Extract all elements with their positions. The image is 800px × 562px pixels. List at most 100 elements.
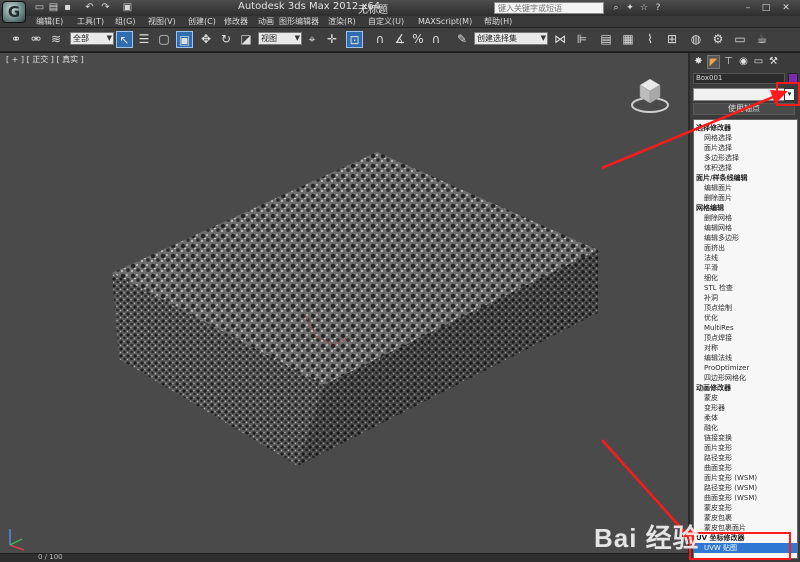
modifier-item[interactable]: 顶点焊接 [704, 333, 732, 343]
select-by-name-icon[interactable]: ☰ [136, 31, 152, 48]
align-icon[interactable]: ⊫ [574, 31, 590, 48]
modifier-item[interactable]: STL 检查 [704, 283, 733, 293]
select-and-move-icon[interactable]: ✥ [198, 31, 214, 48]
modifier-item[interactable]: 法线 [704, 253, 718, 263]
modifier-item[interactable]: 编辑法线 [704, 353, 732, 363]
keyboard-shortcut-override-icon[interactable]: ⊡ [346, 31, 363, 48]
render-setup-icon[interactable]: ⚙ [710, 31, 726, 48]
modifier-item[interactable]: 蒙皮 [704, 393, 718, 403]
named-selection-set-dropdown[interactable]: 创建选择集 ▼ [474, 32, 548, 45]
mirror-icon[interactable]: ⋈ [552, 31, 568, 48]
modifier-item[interactable]: 编辑网格 [704, 223, 732, 233]
modifier-item[interactable]: 体积选择 [704, 163, 732, 173]
redo-icon[interactable]: ↷ [100, 2, 111, 13]
pivot-center-icon[interactable]: ⌖ [304, 31, 320, 48]
modifier-item[interactable]: 面片选择 [704, 143, 732, 153]
modifier-item[interactable]: 补洞 [704, 293, 718, 303]
modifier-item[interactable]: ProOptimizer [704, 363, 749, 373]
modifier-item[interactable]: 四边形网格化 [704, 373, 746, 383]
reference-coordinate-dropdown[interactable]: 视图 ▼ [258, 32, 302, 45]
menu-modifiers[interactable]: 修改器 [224, 16, 248, 28]
app-logo-icon[interactable]: G [2, 1, 26, 23]
modifier-item[interactable]: 路径变形 (WSM) [704, 483, 757, 493]
window-crossing-icon[interactable]: ▣ [176, 31, 193, 48]
new-file-icon[interactable]: ▭ [34, 2, 45, 13]
modifier-item[interactable]: 删除网格 [704, 213, 732, 223]
rendered-frame-window-icon[interactable]: ▭ [732, 31, 748, 48]
modifier-item[interactable]: 曲面变形 [704, 463, 732, 473]
menu-rendering[interactable]: 渲染(R) [328, 16, 356, 28]
angle-snap-icon[interactable]: ∡ [392, 31, 408, 48]
modifier-item[interactable]: 面片变形 (WSM) [704, 473, 757, 483]
motion-tab-icon[interactable]: ◉ [737, 55, 750, 69]
modifier-item[interactable]: 优化 [704, 313, 718, 323]
rectangular-selection-icon[interactable]: ▢ [156, 31, 172, 48]
maximize-icon[interactable]: □ [760, 2, 772, 14]
modifier-item[interactable]: 平滑 [704, 263, 718, 273]
modifier-item[interactable]: 蒙皮变形 [704, 503, 732, 513]
modifier-item[interactable]: 删除面片 [704, 193, 732, 203]
modifier-item[interactable]: 路径变形 [704, 453, 732, 463]
undo-icon[interactable]: ↶ [84, 2, 95, 13]
spinner-snap-icon[interactable]: ∩ [428, 31, 444, 48]
menu-maxscript[interactable]: MAXScript(M) [418, 16, 472, 28]
utilities-tab-icon[interactable]: ⚒ [767, 55, 780, 69]
create-tab-icon[interactable]: ✸ [692, 55, 705, 69]
display-tab-icon[interactable]: ▭ [752, 55, 765, 69]
search-input[interactable] [494, 2, 604, 14]
modifier-item[interactable]: 面挤出 [704, 243, 725, 253]
menu-graph-editors[interactable]: 图形编辑器 [279, 16, 319, 28]
modifier-item[interactable]: 曲面变形 (WSM) [704, 493, 757, 503]
snaps-toggle-icon[interactable]: ∩ [372, 31, 388, 48]
modifier-item[interactable]: 编辑面片 [704, 183, 732, 193]
modifier-item[interactable]: 对称 [704, 343, 718, 353]
communication-icon[interactable]: ☆ [638, 2, 650, 14]
menu-tools[interactable]: 工具(T) [77, 16, 104, 28]
modifier-item[interactable]: 编辑多边形 [704, 233, 739, 243]
modifier-item[interactable]: 顶点绘制 [704, 303, 732, 313]
menu-views[interactable]: 视图(V) [148, 16, 176, 28]
modifier-item[interactable]: 变形器 [704, 403, 725, 413]
close-icon[interactable]: ✕ [780, 2, 792, 14]
hierarchy-tab-icon[interactable]: ⊤ [722, 55, 735, 69]
selection-filter-dropdown[interactable]: 全部 ▼ [70, 32, 114, 45]
graphite-ribbon-icon[interactable]: ▦ [620, 31, 636, 48]
project-folder-icon[interactable]: ▣ [122, 2, 133, 13]
menu-group[interactable]: 组(G) [115, 16, 135, 28]
modifier-item[interactable]: 链接变换 [704, 433, 732, 443]
modifier-item[interactable]: 面片变形 [704, 443, 732, 453]
select-and-manipulate-icon[interactable]: ✛ [324, 31, 340, 48]
menu-create[interactable]: 创建(C) [188, 16, 216, 28]
modifier-item[interactable]: MultiRes [704, 323, 734, 333]
time-slider[interactable]: 0 / 100 [0, 553, 690, 562]
modifier-item[interactable]: 细化 [704, 273, 718, 283]
schematic-view-icon[interactable]: ⊞ [664, 31, 680, 48]
open-file-icon[interactable]: ▤ [48, 2, 59, 13]
menu-edit[interactable]: 编辑(E) [36, 16, 63, 28]
select-object-icon[interactable]: ↖ [116, 31, 133, 48]
object-name-field[interactable]: Box001 [693, 73, 785, 84]
edit-named-selection-icon[interactable]: ✎ [454, 31, 470, 48]
modifier-item[interactable]: 多边形选择 [704, 153, 739, 163]
percent-snap-icon[interactable]: % [410, 31, 426, 48]
save-file-icon[interactable]: ▪ [62, 2, 73, 13]
curve-editor-icon[interactable]: ⌇ [642, 31, 658, 48]
help-icon[interactable]: ? [652, 2, 664, 14]
modifier-item[interactable]: 柔体 [704, 413, 718, 423]
subscription-icon[interactable]: ✦ [624, 2, 636, 14]
material-editor-icon[interactable]: ◍ [688, 31, 704, 48]
modifier-item[interactable]: 蒙皮包裹 [704, 513, 732, 523]
menu-help[interactable]: 帮助(H) [484, 16, 512, 28]
modifier-item[interactable]: 网格选择 [704, 133, 732, 143]
minimize-icon[interactable]: – [742, 2, 754, 14]
viewcube-icon[interactable] [628, 71, 672, 115]
select-and-link-icon[interactable]: ⚭ [8, 31, 24, 48]
modify-tab-icon[interactable]: ◤ [707, 55, 720, 69]
select-and-rotate-icon[interactable]: ↻ [218, 31, 234, 48]
layer-manager-icon[interactable]: ▤ [598, 31, 614, 48]
perspective-viewport[interactable]: [ + ] [ 正交 ] [ 真实 ] [0, 53, 690, 562]
bind-to-spacewarp-icon[interactable]: ≋ [48, 31, 64, 48]
menu-animation[interactable]: 动画 [258, 16, 274, 28]
unlink-selection-icon[interactable]: ⚮ [28, 31, 44, 48]
modifier-item[interactable]: 融化 [704, 423, 718, 433]
